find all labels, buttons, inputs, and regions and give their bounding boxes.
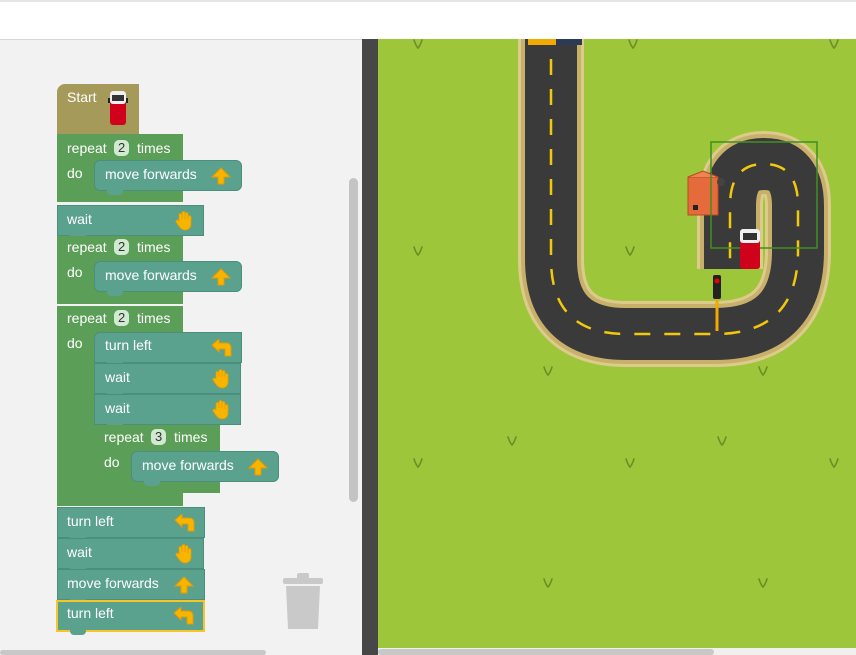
turn-left-arrow-icon: [174, 514, 195, 532]
do-label: do: [67, 264, 83, 280]
times-label: times: [174, 429, 208, 445]
turn-left-arrow-icon: [173, 607, 194, 625]
block-label: wait: [105, 369, 130, 385]
turn-left-arrow-icon: [211, 339, 232, 357]
times-label: times: [137, 310, 171, 326]
arrow-up-icon: [211, 268, 231, 286]
repeat-count-field[interactable]: 2: [114, 140, 130, 156]
move-forwards-block[interactable]: move forwards: [57, 569, 205, 604]
hand-icon: [212, 369, 229, 389]
wait-block[interactable]: wait: [94, 394, 241, 429]
game-map: [378, 39, 856, 648]
move-forwards-block[interactable]: move forwards: [94, 160, 242, 195]
block-label: wait: [67, 544, 92, 560]
repeat-label: repeat: [67, 310, 107, 326]
repeat-count-field[interactable]: 2: [114, 310, 130, 326]
block-label: move forwards: [105, 267, 197, 283]
van-icon: [740, 229, 760, 269]
arrow-up-icon: [174, 576, 194, 594]
wait-block[interactable]: wait: [57, 205, 204, 240]
block-label: turn left: [105, 337, 152, 353]
start-block[interactable]: Start: [57, 84, 139, 134]
trash-icon[interactable]: [281, 572, 325, 630]
wait-block[interactable]: wait: [57, 538, 204, 573]
block-label: move forwards: [105, 166, 197, 182]
move-forwards-block[interactable]: move forwards: [131, 451, 279, 486]
repeat-label: repeat: [67, 239, 107, 255]
do-label: do: [67, 335, 83, 351]
repeat-count-field[interactable]: 2: [114, 239, 130, 255]
arrow-up-icon: [248, 458, 268, 476]
hand-icon: [212, 400, 229, 420]
start-point-marker: [528, 39, 582, 45]
times-label: times: [137, 140, 171, 156]
workspace-horizontal-scrollbar[interactable]: [0, 650, 266, 655]
turn-left-block-selected[interactable]: turn left: [56, 600, 205, 635]
block-label: move forwards: [67, 575, 159, 591]
block-label: move forwards: [142, 457, 234, 473]
blocks-workspace[interactable]: Start repeat 2 times do move forwards wa…: [0, 39, 362, 655]
road-map: [413, 39, 839, 589]
block-label: wait: [105, 400, 130, 416]
repeat-count-field[interactable]: 3: [151, 429, 167, 445]
start-label: Start: [67, 89, 97, 105]
turn-left-block[interactable]: turn left: [94, 332, 242, 367]
do-label: do: [104, 454, 120, 470]
repeat-label: repeat: [67, 140, 107, 156]
hand-icon: [175, 544, 192, 564]
turn-left-block[interactable]: turn left: [57, 507, 205, 542]
times-label: times: [137, 239, 171, 255]
repeat-label: repeat: [104, 429, 144, 445]
workspace-vertical-scrollbar[interactable]: [349, 178, 358, 502]
hand-icon: [175, 211, 192, 231]
do-label: do: [67, 165, 83, 181]
block-label: wait: [67, 211, 92, 227]
van-icon: [108, 91, 128, 125]
block-label: turn left: [67, 605, 114, 621]
top-bar: [0, 0, 856, 39]
map-horizontal-scrollbar[interactable]: [378, 649, 714, 655]
wait-block[interactable]: wait: [94, 363, 241, 398]
move-forwards-block[interactable]: move forwards: [94, 261, 242, 296]
arrow-up-icon: [211, 167, 231, 185]
block-label: turn left: [67, 513, 114, 529]
panel-divider[interactable]: [362, 39, 378, 655]
